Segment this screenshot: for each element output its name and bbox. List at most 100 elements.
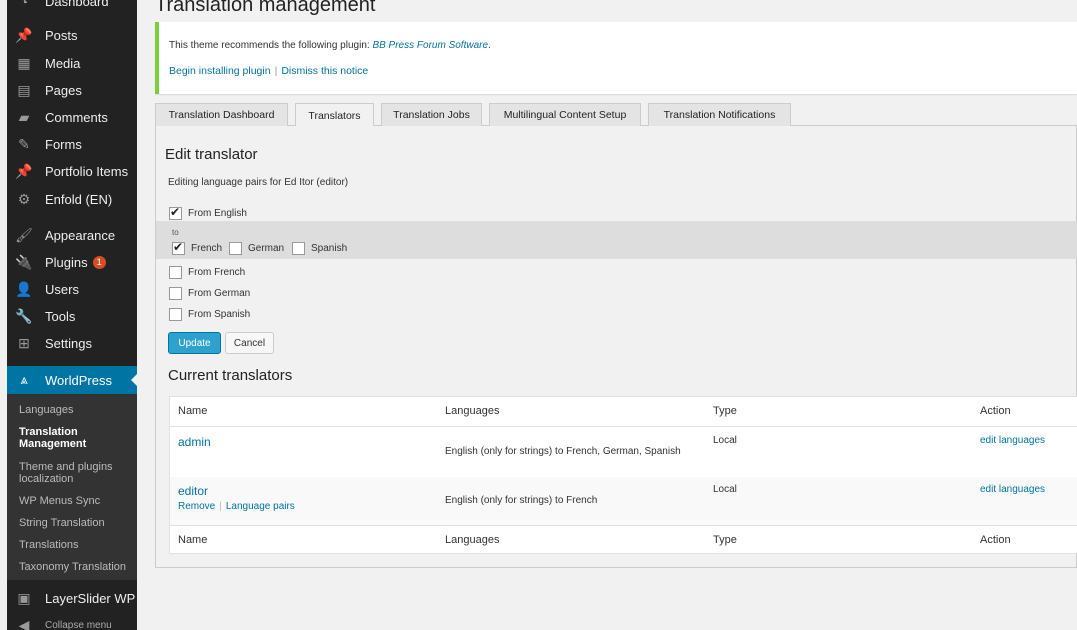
sidebar-edge (0, 0, 7, 630)
remove-link[interactable]: Remove (178, 501, 215, 512)
media-icon: ▦ (17, 55, 31, 71)
wrench-icon: 🔧 (15, 308, 33, 324)
main-content: Translation management This theme recomm… (137, 0, 1077, 630)
admin-sidebar: ◔ Dashboard 📌 Posts ▦ Media ▤ Pages ▰ Co… (0, 0, 137, 630)
brush-icon: 🖌 (15, 227, 33, 243)
language-pairs-link[interactable]: Language pairs (226, 501, 295, 512)
from-english-checkbox[interactable] (169, 205, 182, 220)
translator-type: Local (713, 484, 737, 495)
sidebar-item-portfolio[interactable]: 📌 Portfolio Items (7, 158, 137, 185)
tab-translators[interactable]: Translators (295, 103, 374, 127)
page-title: Translation management (155, 0, 376, 16)
wpml-icon: ⩓ (20, 372, 28, 387)
column-header-type: Type (713, 405, 737, 417)
to-label: to (172, 228, 179, 237)
gear-icon: ⚙ (17, 191, 31, 207)
column-footer-type: Type (713, 534, 737, 546)
column-footer-action: Action (980, 534, 1011, 546)
row-actions: Remove | Language pairs (178, 501, 295, 512)
tab-multilingual-content-setup[interactable]: Multilingual Content Setup (489, 103, 641, 126)
sidebar-item-settings[interactable]: ⊞ Settings (7, 330, 137, 357)
user-icon: 👤 (15, 281, 33, 297)
settings-icon: ⊞ (18, 335, 30, 351)
plugin-notice: This theme recommends the following plug… (155, 22, 1077, 94)
translators-panel: Edit translator Editing language pairs f… (155, 126, 1077, 568)
collapse-menu-button[interactable]: ◀ Collapse menu (7, 612, 137, 630)
from-spanish-checkbox[interactable] (169, 308, 182, 321)
update-button[interactable]: Update (168, 332, 221, 354)
notice-links: Begin installing plugin | Dismiss this not… (169, 65, 369, 77)
update-count-badge: 1 (92, 256, 106, 269)
submenu-string-translation[interactable]: String Translation (19, 517, 134, 529)
tab-translation-dashboard[interactable]: Translation Dashboard (155, 103, 288, 126)
submenu-languages[interactable]: Languages (19, 404, 134, 416)
to-spanish-label: Spanish (311, 243, 348, 254)
header-divider (170, 426, 1077, 427)
sidebar-item-posts[interactable]: 📌 Posts (7, 22, 137, 49)
current-translators-title: Current translators (168, 367, 293, 384)
plugin-icon: 🔌 (15, 254, 33, 270)
from-german-label: From German (188, 288, 251, 299)
translator-languages: English (only for strings) to French, Ge… (445, 446, 681, 457)
dashboard-icon: ◔ (19, 0, 29, 10)
sidebar-item-users[interactable]: 👤 Users (7, 276, 137, 303)
from-german-checkbox[interactable] (169, 287, 182, 300)
footer-divider (170, 525, 1077, 526)
sidebar-item-plugins[interactable]: 🔌 Plugins 1 (7, 249, 137, 276)
sidebar-item-comments[interactable]: ▰ Comments (7, 104, 137, 131)
column-header-languages: Languages (445, 405, 500, 417)
translator-name-editor[interactable]: editor (178, 484, 208, 498)
layers-icon: ▣ (17, 590, 31, 606)
table-row-alt-bg (170, 477, 1077, 525)
sidebar-item-tools[interactable]: 🔧 Tools (7, 303, 137, 330)
to-german-label: German (248, 243, 285, 254)
cancel-button[interactable]: Cancel (225, 332, 274, 354)
edit-languages-link[interactable]: edit languages (980, 484, 1045, 495)
comment-icon: ▰ (18, 109, 30, 125)
translator-name-admin[interactable]: admin (178, 435, 211, 449)
collapse-icon: ◀ (18, 617, 30, 630)
sidebar-item-layerslider[interactable]: ▣ LayerSlider WP (7, 585, 137, 612)
edit-translator-subtitle: Editing language pairs for Ed Itor (edit… (168, 177, 349, 188)
translator-languages: English (only for strings) to French (445, 495, 598, 506)
to-spanish-checkbox[interactable] (292, 242, 305, 255)
from-spanish-label: From Spanish (188, 309, 251, 320)
dismiss-notice-link[interactable]: Dismiss this notice (281, 65, 368, 77)
submenu-translation-management[interactable]: Translation Management (19, 426, 134, 450)
submenu-theme-plugins-localization[interactable]: Theme and plugins localization (19, 461, 134, 485)
worldpress-submenu: Languages Translation Management Theme a… (7, 394, 137, 580)
submenu-wp-menus-sync[interactable]: WP Menus Sync (19, 495, 134, 507)
to-french-checkbox[interactable] (172, 240, 185, 255)
notice-message: This theme recommends the following plug… (169, 40, 491, 51)
sidebar-item-enfold[interactable]: ⚙ Enfold (EN) (7, 186, 137, 213)
pin-icon: 📌 (15, 163, 33, 179)
tab-translation-notifications[interactable]: Translation Notifications (648, 103, 791, 126)
sidebar-item-forms[interactable]: ✎ Forms (7, 131, 137, 158)
sidebar-item-media[interactable]: ▦ Media (7, 50, 137, 77)
pin-icon: 📌 (15, 27, 33, 43)
from-french-checkbox[interactable] (169, 266, 182, 279)
from-french-label: From French (188, 267, 246, 278)
to-french-label: French (191, 243, 223, 254)
notice-plugin-link[interactable]: BB Press Forum Software (372, 40, 488, 51)
sidebar-item-worldpress[interactable]: ⩓ WorldPress (7, 366, 137, 394)
tab-bar: Translation Dashboard Translators Transl… (155, 103, 1077, 127)
column-header-action: Action (980, 405, 1011, 417)
submenu-taxonomy-translation[interactable]: Taxonomy Translation (19, 561, 134, 573)
translators-table: Name Languages Type Action admin English… (169, 396, 1077, 554)
sidebar-item-appearance[interactable]: 🖌 Appearance (7, 222, 137, 249)
translator-type: Local (713, 435, 737, 446)
submenu-translations[interactable]: Translations (19, 539, 134, 551)
begin-installing-link[interactable]: Begin installing plugin (169, 65, 271, 77)
edit-translator-title: Edit translator (165, 146, 258, 163)
edit-languages-link[interactable]: edit languages (980, 435, 1045, 446)
sidebar-item-dashboard[interactable]: ◔ Dashboard (7, 0, 137, 15)
to-german-checkbox[interactable] (229, 242, 242, 255)
column-footer-languages: Languages (445, 534, 500, 546)
column-footer-name: Name (178, 534, 208, 546)
tab-translation-jobs[interactable]: Translation Jobs (381, 103, 482, 126)
pages-icon: ▤ (17, 82, 31, 98)
forms-icon: ✎ (18, 136, 30, 152)
sidebar-item-pages[interactable]: ▤ Pages (7, 77, 137, 104)
from-english-label: From English (188, 208, 247, 219)
